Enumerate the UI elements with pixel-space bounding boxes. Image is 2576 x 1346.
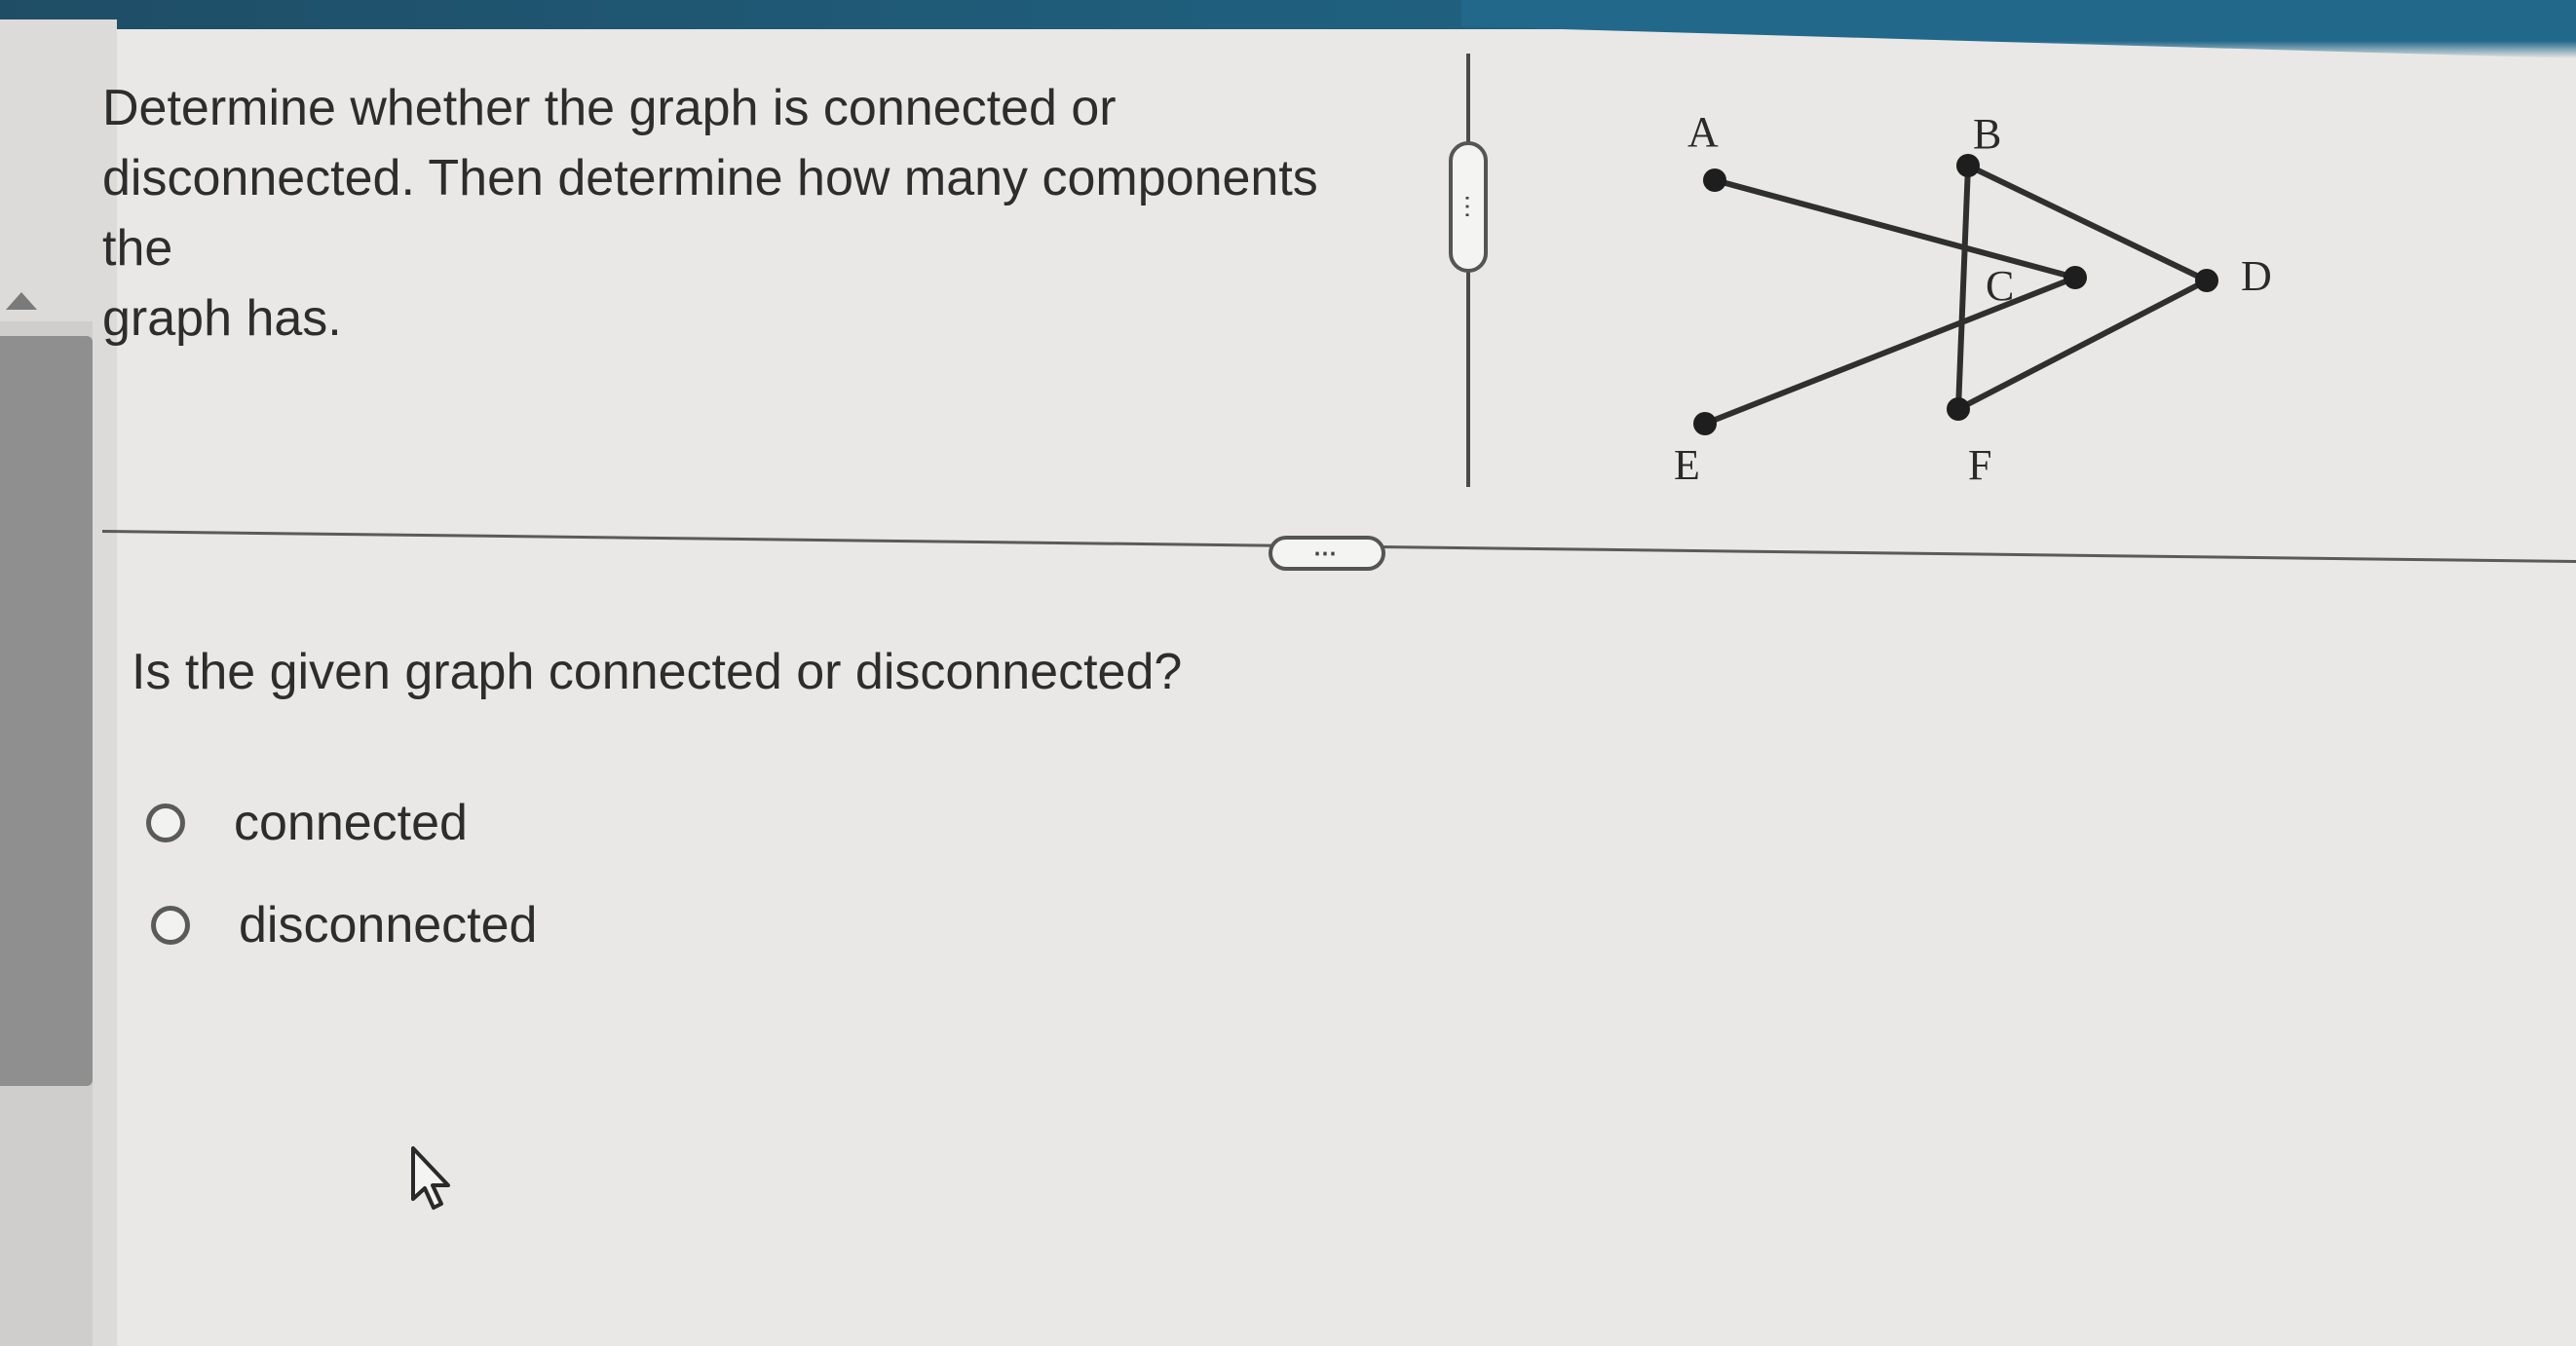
vertex-e (1693, 412, 1717, 435)
question-text: Determine whether the graph is connected… (102, 73, 1369, 354)
scrollbar-thumb[interactable] (0, 336, 93, 1086)
label-e: E (1674, 441, 1700, 489)
label-f: F (1968, 441, 1991, 489)
question-panel: Determine whether the graph is connected… (101, 29, 2576, 1346)
horizontal-handle-dots-icon: ⋯ (1313, 540, 1341, 567)
mouse-pointer-icon (411, 1146, 450, 1210)
option-connected[interactable]: connected (146, 794, 468, 852)
graph-figure: A B C D E F (1578, 68, 2358, 516)
sub-question-text: Is the given graph connected or disconne… (132, 644, 1183, 700)
option-connected-label[interactable]: connected (234, 794, 468, 852)
label-b: B (1973, 110, 2001, 158)
label-a: A (1687, 108, 1719, 156)
graph-edges (1702, 163, 2210, 427)
radio-disconnected[interactable] (151, 906, 190, 945)
option-disconnected[interactable]: disconnected (151, 896, 537, 954)
question-line-1: Determine whether the graph is connected… (102, 80, 1117, 136)
edge-a-c (1712, 177, 2078, 280)
question-line-2: disconnected. Then determine how many co… (102, 150, 1318, 277)
vertical-pane-resize-handle[interactable]: ⋯ (1449, 141, 1488, 273)
graph-svg: A B C D E F (1674, 108, 2272, 489)
vertex-f (1947, 397, 1970, 421)
vertical-handle-dots-icon: ⋯ (1454, 193, 1483, 221)
horizontal-pane-resize-handle[interactable]: ⋯ (1269, 536, 1385, 571)
edge-b-f (1955, 163, 1971, 412)
label-c: C (1986, 262, 2014, 310)
vertex-c (2064, 266, 2087, 289)
label-d: D (2241, 252, 2272, 300)
option-disconnected-label[interactable]: disconnected (239, 896, 537, 954)
vertex-d (2195, 269, 2218, 292)
vertex-a (1703, 168, 1726, 192)
radio-connected[interactable] (146, 804, 185, 842)
question-line-3: graph has. (102, 290, 342, 347)
edge-e-c (1702, 275, 2078, 427)
scroll-up-arrow-icon[interactable] (6, 292, 37, 310)
